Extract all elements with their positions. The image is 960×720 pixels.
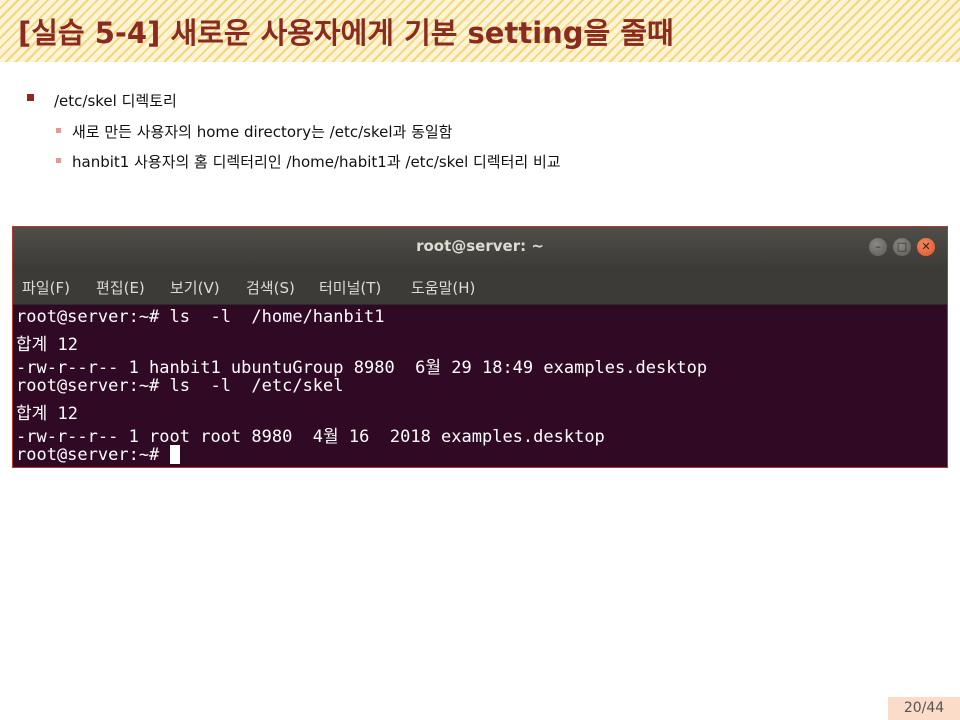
terminal-title: root@server: ~ <box>416 237 544 255</box>
menu-search[interactable]: 검색(S) <box>246 277 295 298</box>
bullet-square-icon <box>56 158 61 163</box>
menu-edit[interactable]: 편집(E) <box>96 277 145 298</box>
terminal-line: -rw-r--r-- 1 root root 8980 4월 16 2018 e… <box>16 427 605 447</box>
slide-title-bar: [실습 5-4] 새로운 사용자에게 기본 setting을 줄때 <box>0 0 960 62</box>
menu-help[interactable]: 도움말(H) <box>411 277 475 298</box>
menu-file[interactable]: 파일(F) <box>22 277 70 298</box>
terminal-titlebar[interactable]: root@server: ~ – □ ✕ <box>13 227 947 267</box>
text-cursor <box>169 445 180 464</box>
page-number: 20/44 <box>888 697 960 720</box>
terminal-line: -rw-r--r-- 1 hanbit1 ubuntuGroup 8980 6월… <box>16 358 708 378</box>
bullet-square-icon <box>56 128 61 133</box>
terminal-line: 합계 12 <box>16 335 78 355</box>
terminal-line: 합계 12 <box>16 404 78 424</box>
menu-terminal[interactable]: 터미널(T) <box>319 277 381 298</box>
terminal-output[interactable]: root@server:~# ls -l /home/hanbit1 합계 12… <box>13 305 947 467</box>
terminal-menubar: 파일(F) 편집(E) 보기(V) 검색(S) 터미널(T) 도움말(H) <box>13 267 947 305</box>
terminal-prompt: root@server:~# <box>16 445 170 465</box>
terminal-line: root@server:~# ls -l /etc/skel <box>16 376 344 396</box>
terminal-window[interactable]: root@server: ~ – □ ✕ 파일(F) 편집(E) 보기(V) 검… <box>12 226 948 468</box>
bullet-main-text: /etc/skel 디렉토리 <box>54 92 177 110</box>
minimize-icon[interactable]: – <box>869 238 887 256</box>
slide-title: [실습 5-4] 새로운 사용자에게 기본 setting을 줄때 <box>18 16 674 50</box>
menu-view[interactable]: 보기(V) <box>170 277 220 298</box>
maximize-icon[interactable]: □ <box>893 238 911 256</box>
bullet-sub-1-text: 새로 만든 사용자의 home directory는 /etc/skel과 동일… <box>72 123 453 141</box>
terminal-line: root@server:~# ls -l /home/hanbit1 <box>16 307 385 327</box>
terminal-prompt-line[interactable]: root@server:~# <box>16 445 180 465</box>
bullet-square-icon <box>27 94 34 101</box>
bullet-sub-2-text: hanbit1 사용자의 홈 디렉터리인 /home/habit1과 /etc/… <box>72 153 561 171</box>
close-icon[interactable]: ✕ <box>917 238 935 256</box>
